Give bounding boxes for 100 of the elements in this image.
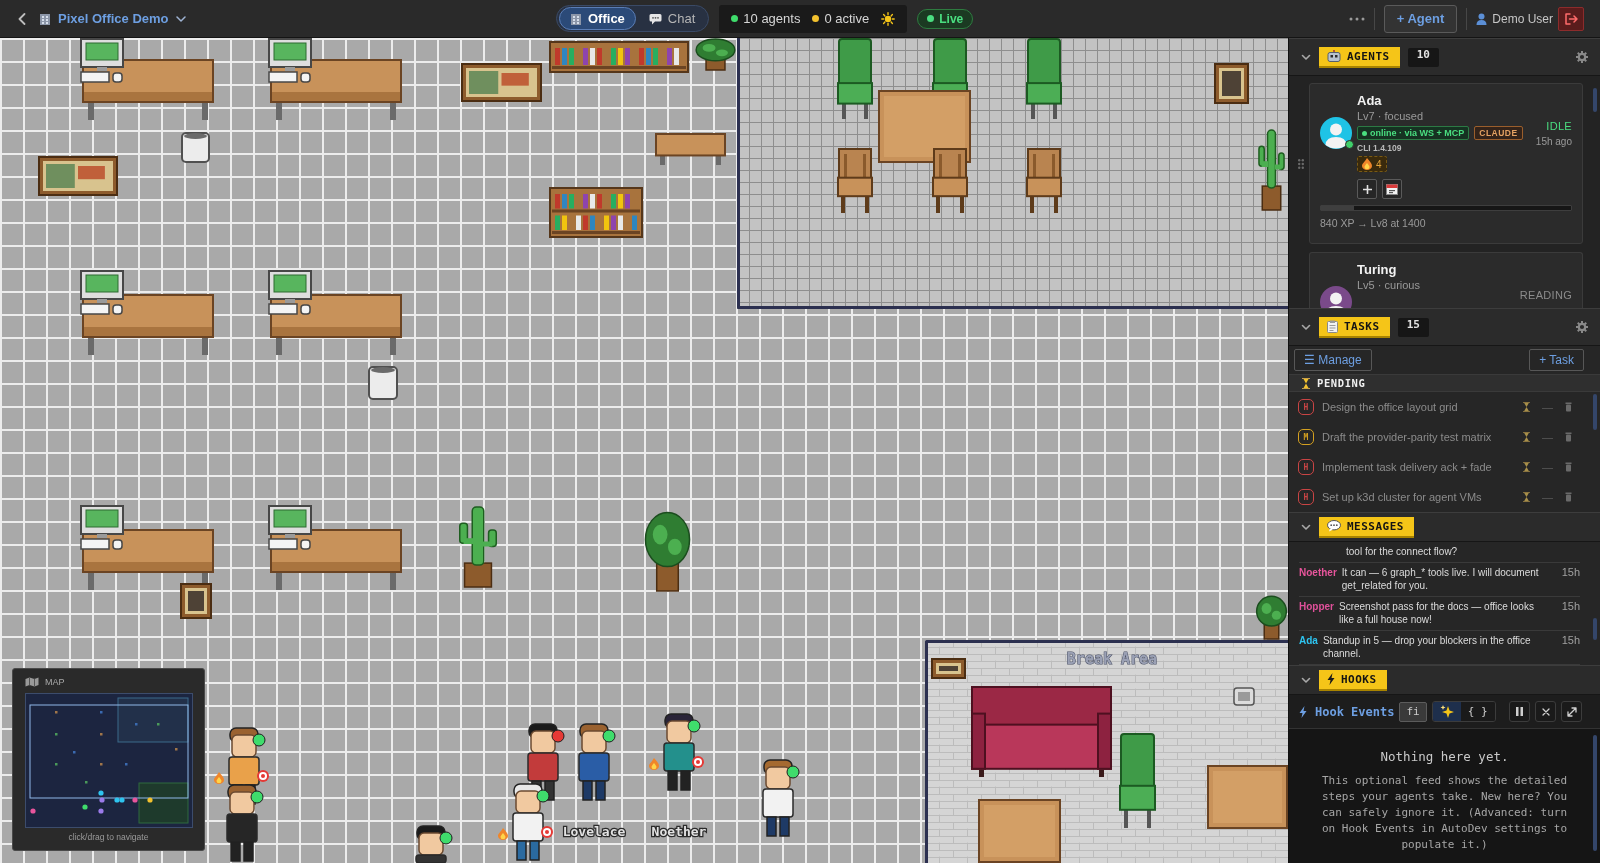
scrollbar-thumb[interactable] [1593, 88, 1597, 112]
drag-handle-icon[interactable] [1298, 158, 1304, 169]
xp-label: 840 XP → Lv8 at 1400 [1320, 217, 1427, 230]
agent-card[interactable]: Ada Lv7 · focused online · via WS + MCP CLAUDE CLI 1.4.109 4 IDLE 15h ago 840 XP → Lv8 at 1400 [1309, 83, 1583, 244]
trash-can [368, 366, 398, 400]
task-title[interactable]: Implement task delivery ack + fade [1322, 461, 1515, 473]
caret-icon [175, 15, 186, 22]
sparkle-icon [1439, 704, 1454, 719]
minimap-title: MAP [45, 677, 65, 687]
avatar-icon [1320, 117, 1352, 149]
task-title[interactable]: Design the office layout grid [1322, 401, 1515, 413]
section-toggle[interactable]: MESSAGES [1319, 516, 1414, 538]
more-icon[interactable] [1348, 16, 1365, 21]
painting [180, 583, 212, 619]
chevron-icon[interactable] [1301, 522, 1311, 532]
agent-count: 10 [1407, 47, 1439, 67]
settings-icon[interactable] [1576, 51, 1588, 63]
trash-can [181, 132, 210, 163]
schedule-button[interactable] [1382, 179, 1402, 199]
priority-label: H [1298, 459, 1314, 475]
delete-icon[interactable] [1565, 402, 1572, 412]
user-menu[interactable]: Demo User [1476, 11, 1553, 26]
scrollbar-thumb[interactable] [1593, 394, 1597, 430]
pause-button[interactable] [1509, 701, 1530, 722]
cli-version: CLI 1.4.109 [1357, 142, 1402, 154]
filter-button[interactable]: fi [1399, 701, 1427, 722]
provider-label: CLAUDE [1474, 126, 1523, 140]
sun-icon[interactable] [881, 11, 896, 26]
bench [655, 133, 726, 165]
minimap-hint: click/drag to navigate [68, 832, 149, 842]
manage-button[interactable]: ☰ Manage [1294, 349, 1372, 371]
computer [80, 505, 124, 550]
hourglass-icon [1523, 492, 1530, 502]
streak-count: 4 [1376, 158, 1382, 170]
section-toggle[interactable]: HOOKS [1319, 669, 1387, 691]
scrollbar-thumb[interactable] [1593, 618, 1597, 640]
message-text: Screenshot pass for the docs — office looks like a full house now! [1339, 600, 1535, 626]
stat-label: 10 agents [743, 11, 801, 26]
robot-icon [1327, 50, 1341, 62]
lightning-icon [1299, 705, 1307, 718]
message-time: 15h [1561, 634, 1580, 648]
live-label: Live [939, 11, 964, 26]
empty-state-title: Nothing here yet. [1379, 749, 1510, 765]
view-mode-button[interactable] [1432, 702, 1461, 721]
task-title[interactable]: Set up k3d cluster for agent VMs [1322, 491, 1515, 503]
logout-icon [1564, 12, 1578, 25]
flame-icon [1362, 158, 1372, 170]
delete-icon[interactable] [1565, 432, 1572, 442]
user-icon [1476, 12, 1488, 25]
logout-button[interactable] [1558, 6, 1584, 31]
map-icon [25, 677, 39, 687]
expand-button[interactable] [1561, 701, 1582, 722]
message-sender: Noether [1299, 566, 1337, 580]
add-button[interactable] [1357, 179, 1377, 199]
agent-name: Ada [1357, 93, 1382, 109]
agent-subtitle: Lv5 · curious [1357, 278, 1420, 292]
settings-icon[interactable] [1576, 321, 1588, 333]
delete-icon[interactable] [1565, 492, 1572, 502]
add-agent-button[interactable]: + Agent [1383, 4, 1458, 33]
message-time: 15h [1561, 566, 1580, 580]
chevron-icon[interactable] [1301, 52, 1311, 62]
add-task-button[interactable]: + Task [1529, 349, 1584, 371]
plus-icon [1362, 184, 1372, 194]
expand-icon [1566, 706, 1577, 717]
speech-icon [1327, 520, 1341, 532]
lightning-icon [1327, 673, 1335, 685]
clear-button[interactable] [1535, 701, 1556, 722]
minimap-drawing[interactable] [25, 693, 193, 828]
computer [268, 505, 312, 550]
delete-icon[interactable] [1565, 462, 1572, 472]
message-text: It can — 6 graph_* tools live. I will document get_related for you. [1341, 566, 1540, 592]
stat-label: 0 active [824, 11, 870, 26]
close-icon [1541, 707, 1550, 716]
chevron-icon[interactable] [1301, 322, 1311, 332]
wall-fixture [1233, 687, 1255, 706]
back-icon[interactable] [18, 12, 26, 25]
view-tab[interactable]: Chat [637, 7, 707, 30]
priority-label: H [1298, 399, 1314, 415]
workspace-switcher[interactable]: Pixel Office Demo [39, 11, 186, 26]
priority-label: H [1298, 489, 1314, 505]
section-toggle[interactable]: TASKS [1319, 316, 1390, 338]
hourglass-icon [1302, 377, 1310, 389]
chevron-icon[interactable] [1301, 675, 1311, 685]
hourglass-icon [1523, 462, 1530, 472]
painting [1214, 63, 1249, 104]
agent-card[interactable]: Turing Lv5 · curious READING [1309, 252, 1583, 308]
view-tab[interactable]: Office [559, 7, 636, 30]
message-sender: Ada [1299, 634, 1318, 648]
agent-subtitle: Lv7 · focused [1357, 109, 1424, 123]
clipboard-icon [1327, 319, 1338, 333]
computer [80, 38, 124, 83]
connection-dot-icon [1362, 130, 1367, 136]
chair [932, 148, 968, 213]
live-dot-icon [927, 15, 935, 22]
section-toggle[interactable]: AGENTS [1319, 46, 1400, 68]
building-icon [570, 12, 582, 25]
agent-status: READING [1519, 288, 1572, 302]
potted-plant [695, 38, 736, 71]
scrollbar-thumb[interactable] [1593, 735, 1597, 851]
task-title[interactable]: Draft the provider-parity test matrix [1322, 431, 1515, 443]
